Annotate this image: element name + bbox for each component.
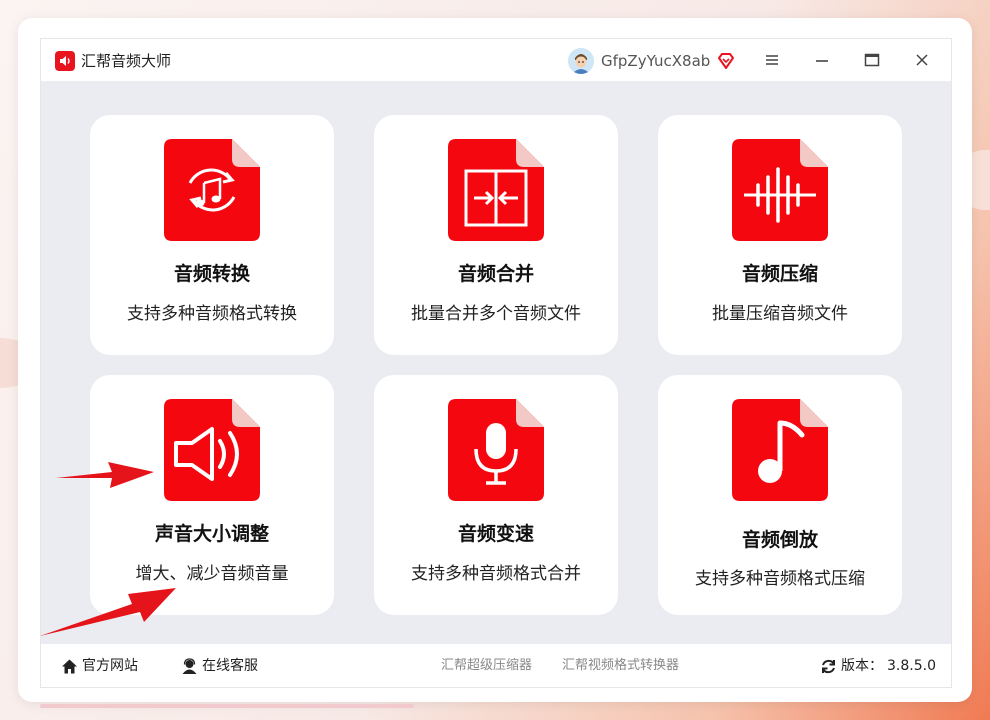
menu-icon[interactable]	[762, 50, 782, 70]
online-service-label: 在线客服	[202, 658, 258, 674]
tile-audio-compress[interactable]: 音频压缩 批量压缩音频文件	[658, 115, 902, 355]
tile-title: 音频转换	[173, 263, 250, 285]
app-title: 汇帮音频大师	[81, 52, 172, 70]
tile-volume-adjust[interactable]: 声音大小调整 增大、减少音频音量	[90, 375, 334, 615]
minimize-icon[interactable]	[812, 50, 832, 70]
compressor-link[interactable]: 汇帮超级压缩器	[441, 657, 532, 675]
video-converter-link[interactable]: 汇帮视频格式转换器	[562, 657, 679, 675]
tile-audio-convert[interactable]: 音频转换 支持多种音频格式转换	[90, 115, 334, 355]
maximize-icon[interactable]	[862, 50, 882, 70]
tile-description: 支持多种音频格式压缩	[695, 569, 865, 589]
tile-title: 声音大小调整	[154, 523, 269, 545]
home-icon	[62, 659, 77, 673]
tile-audio-reverse[interactable]: 音频倒放 支持多种音频格式压缩	[658, 375, 902, 615]
bottom-strip	[40, 704, 414, 708]
annotation-arrow-icon	[40, 588, 176, 636]
diamond-icon[interactable]	[716, 51, 736, 71]
tile-description: 支持多种音频格式转换	[127, 304, 297, 324]
version-label: 版本：	[841, 658, 883, 674]
audio-merge-icon	[448, 139, 544, 241]
audio-convert-icon	[164, 139, 260, 241]
version-number: 3.8.5.0	[887, 658, 936, 674]
refresh-icon	[822, 659, 835, 673]
close-icon[interactable]	[912, 50, 932, 70]
version-info[interactable]: 版本： 3.8.5.0	[820, 657, 936, 675]
tile-description: 批量合并多个音频文件	[411, 304, 581, 324]
feature-grid: 音频转换 支持多种音频格式转换 音频合并 批量合并多个音频文件 音频压缩 批量压…	[41, 81, 951, 644]
username[interactable]: GfpZyYucX8ab	[601, 51, 710, 71]
tile-audio-speed[interactable]: 音频变速 支持多种音频格式合并	[374, 375, 618, 615]
audio-compress-icon	[732, 139, 828, 241]
title-bar: 汇帮音频大师 GfpZyYucX8ab	[41, 39, 951, 81]
tile-title: 音频变速	[457, 523, 534, 545]
tile-audio-merge[interactable]: 音频合并 批量合并多个音频文件	[374, 115, 618, 355]
customer-service-icon	[182, 657, 197, 674]
video-converter-link-label: 汇帮视频格式转换器	[562, 658, 680, 673]
microphone-icon	[448, 399, 544, 501]
tile-title: 音频压缩	[741, 263, 818, 285]
tile-title: 音频合并	[457, 263, 534, 285]
compressor-link-label: 汇帮超级压缩器	[441, 658, 533, 673]
official-site-label: 官方网站	[82, 658, 138, 674]
annotation-arrow-icon	[56, 462, 154, 488]
avatar[interactable]	[568, 48, 594, 74]
tile-description: 支持多种音频格式合并	[411, 564, 581, 584]
volume-icon	[164, 399, 260, 501]
official-site-link[interactable]: 官方网站	[61, 657, 138, 675]
speaker-icon	[55, 51, 75, 71]
footer-bar: 官方网站 在线客服 汇帮超级压缩器 汇帮视频格式转换器 版本： 3.8.5.0	[41, 644, 951, 687]
tile-description: 批量压缩音频文件	[712, 304, 848, 324]
music-note-icon	[732, 399, 828, 501]
online-service-link[interactable]: 在线客服	[181, 657, 258, 675]
tile-title: 音频倒放	[741, 529, 818, 551]
